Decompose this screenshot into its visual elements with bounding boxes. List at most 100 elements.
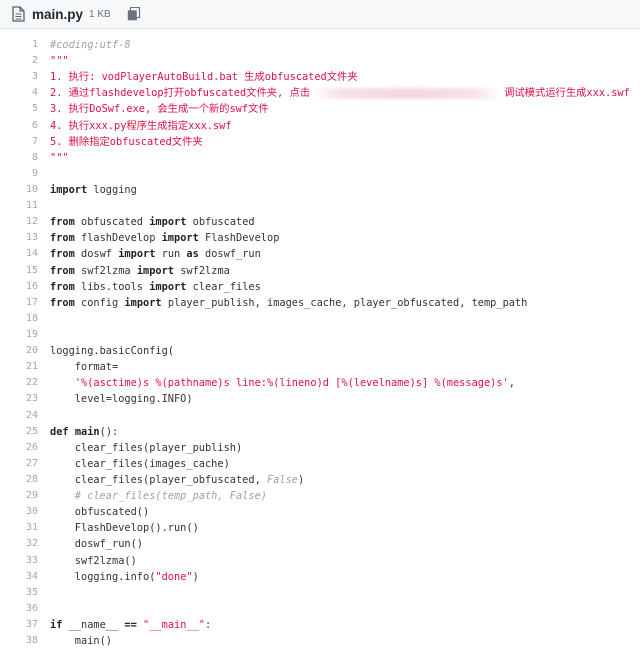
line-number[interactable]: 18 xyxy=(0,311,38,327)
code-token: 1. 执行: vodPlayerAutoBuild.bat 生成obfuscat… xyxy=(50,71,358,84)
line-number[interactable]: 37 xyxy=(0,617,38,633)
line-number[interactable]: 17 xyxy=(0,295,38,311)
code-line: 8 """ xyxy=(0,150,640,166)
line-number[interactable]: 21 xyxy=(0,359,38,375)
code-line: 6 4. 执行xxx.py程序生成指定xxx.swf xyxy=(0,118,640,134)
line-number[interactable]: 13 xyxy=(0,230,38,246)
line-number[interactable]: 14 xyxy=(0,246,38,262)
code-token: 5. 删除指定obfuscated文件夹 xyxy=(50,135,203,148)
line-number[interactable]: 32 xyxy=(0,536,38,552)
code-line: 38 main() xyxy=(0,633,640,649)
line-number[interactable]: 30 xyxy=(0,504,38,520)
line-content: 4. 执行xxx.py程序生成指定xxx.swf xyxy=(50,118,232,134)
line-number[interactable]: 10 xyxy=(0,182,38,198)
line-number[interactable]: 38 xyxy=(0,633,38,649)
code-view: 1 #coding:utf-8 2 """ 3 1. 执行: vodPlayerAutoB… xyxy=(0,37,640,649)
code-line: 21 format= xyxy=(0,359,640,375)
code-token: ) xyxy=(297,473,305,486)
code-token: main() xyxy=(50,635,112,648)
code-token: def xyxy=(50,425,69,438)
line-number[interactable]: 34 xyxy=(0,569,38,585)
line-content: '%(asctime)s %(pathname)s line:%(lineno)… xyxy=(50,375,515,391)
code-line: 13 from flashDevelop import FlashDevelop xyxy=(0,230,640,246)
code-token: import xyxy=(124,296,162,309)
code-token: clear_files(images_cache) xyxy=(50,457,230,470)
line-number[interactable]: 29 xyxy=(0,488,38,504)
line-content: format= xyxy=(50,359,118,375)
code-token: config xyxy=(74,296,125,309)
code-token: swf2lzma() xyxy=(50,554,137,567)
code-token: import xyxy=(118,248,156,261)
line-number[interactable]: 28 xyxy=(0,472,38,488)
code-line: 16 from libs.tools import clear_files xyxy=(0,279,640,295)
line-number[interactable]: 25 xyxy=(0,424,38,440)
line-content: if __name__ == "__main__": xyxy=(50,617,211,633)
code-token: import xyxy=(149,216,187,229)
line-number[interactable]: 6 xyxy=(0,118,38,134)
code-line: 19 xyxy=(0,327,640,343)
code-token: import xyxy=(136,264,175,277)
code-token: import xyxy=(149,280,187,293)
line-number[interactable]: 31 xyxy=(0,520,38,536)
line-number[interactable]: 19 xyxy=(0,327,38,343)
code-token: 4. 执行xxx.py程序生成指定xxx.swf xyxy=(50,119,232,132)
code-token: from xyxy=(50,264,75,277)
code-token: # clear_files(temp_path, False) xyxy=(50,490,267,503)
code-line: 31 FlashDevelop().run() xyxy=(0,520,640,536)
line-number[interactable]: 15 xyxy=(0,263,38,279)
line-content: from flashDevelop import FlashDevelop xyxy=(50,230,279,246)
line-number[interactable]: 3 xyxy=(0,69,38,85)
line-content: FlashDevelop().run() xyxy=(50,520,199,536)
code-token: doswf_run() xyxy=(50,538,143,551)
code-line: 33 swf2lzma() xyxy=(0,553,640,569)
line-number[interactable]: 33 xyxy=(0,553,38,569)
line-number[interactable]: 7 xyxy=(0,134,38,150)
code-line: 5 3. 执行DoSwf.exe, 会生成一个新的swf文件 xyxy=(0,101,640,117)
line-content: from doswf import run as doswf_run xyxy=(50,246,261,262)
code-line: 25 def main(): xyxy=(0,424,640,440)
line-number[interactable]: 5 xyxy=(0,101,38,117)
line-number[interactable]: 8 xyxy=(0,150,38,166)
line-number[interactable]: 24 xyxy=(0,408,38,424)
code-token: obfuscated() xyxy=(50,506,150,519)
code-token: obfuscated xyxy=(74,216,150,229)
code-token: import xyxy=(50,183,88,196)
line-content: from config import player_publish, image… xyxy=(50,295,527,311)
code-line: 11 xyxy=(0,198,640,214)
line-content: obfuscated() xyxy=(50,504,149,520)
code-token: clear_files(player_obfuscated, xyxy=(50,473,267,486)
line-content: # clear_files(temp_path, False) xyxy=(50,488,267,504)
code-token: """ xyxy=(50,151,69,164)
code-line: 10 import logging xyxy=(0,182,640,198)
code-token: from xyxy=(50,280,75,293)
code-line: 37 if __name__ == "__main__": xyxy=(0,617,640,633)
code-token: #coding:utf-8 xyxy=(50,39,131,51)
line-number[interactable]: 2 xyxy=(0,53,38,69)
line-number[interactable]: 36 xyxy=(0,601,38,617)
code-token: format= xyxy=(50,361,119,374)
line-number[interactable]: 12 xyxy=(0,214,38,230)
code-line: 20 logging.basicConfig( xyxy=(0,343,640,359)
line-number[interactable]: 23 xyxy=(0,391,38,407)
line-number[interactable]: 27 xyxy=(0,456,38,472)
line-number[interactable]: 35 xyxy=(0,585,38,601)
code-token: "done" xyxy=(155,570,193,583)
line-number[interactable]: 9 xyxy=(0,166,38,182)
line-number[interactable]: 1 xyxy=(0,37,38,53)
code-token: logging.info( xyxy=(50,570,156,583)
line-number[interactable]: 26 xyxy=(0,440,38,456)
code-line: 30 obfuscated() xyxy=(0,504,640,520)
line-content: def main(): xyxy=(50,424,118,440)
code-token: from xyxy=(50,248,75,261)
line-content: from libs.tools import clear_files xyxy=(50,279,261,295)
copy-icon[interactable] xyxy=(127,7,141,21)
file-size: 1 KB xyxy=(89,8,111,20)
code-line: 14 from doswf import run as doswf_run xyxy=(0,246,640,262)
line-number[interactable]: 4 xyxy=(0,85,38,101)
line-content: clear_files(player_obfuscated, False) xyxy=(50,472,304,488)
line-number[interactable]: 22 xyxy=(0,375,38,391)
line-number[interactable]: 16 xyxy=(0,279,38,295)
line-number[interactable]: 20 xyxy=(0,343,38,359)
line-number[interactable]: 11 xyxy=(0,198,38,214)
